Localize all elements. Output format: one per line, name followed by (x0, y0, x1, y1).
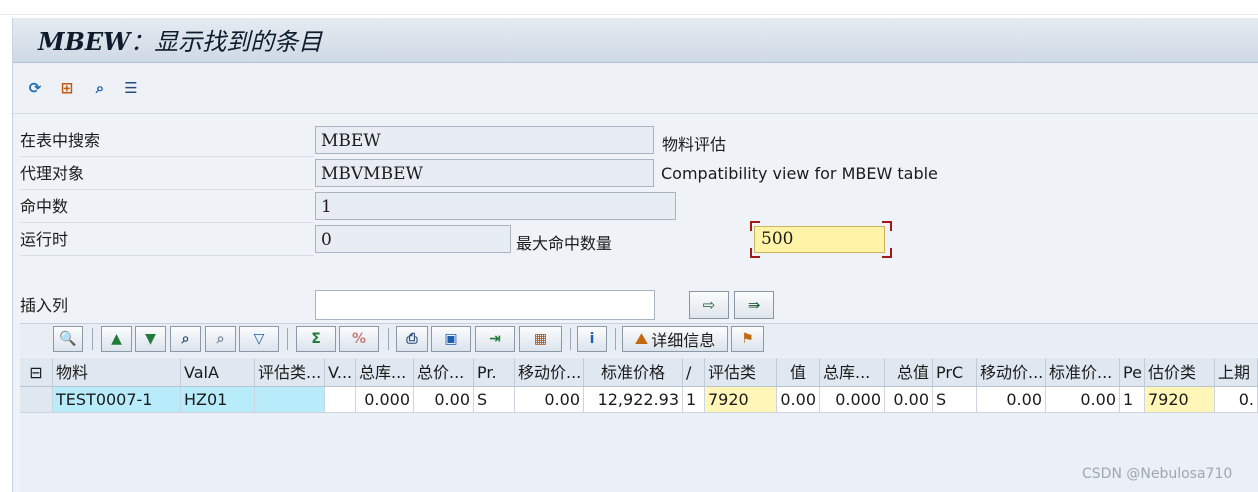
column-header[interactable]: / (683, 358, 705, 387)
hits-label: 命中数 (20, 191, 314, 223)
proxy-object-label: 代理对象 (20, 158, 314, 190)
table-cell[interactable]: 1 (1120, 387, 1145, 413)
table-cell[interactable]: 0.00 (777, 387, 820, 413)
sum-icon[interactable]: Σ (296, 326, 336, 352)
watermark: CSDN @Nebulosa710 (1082, 466, 1233, 482)
column-header[interactable]: Pr. (474, 358, 515, 387)
column-header[interactable]: Pe (1120, 358, 1145, 387)
column-header[interactable]: 评估类... (255, 358, 325, 387)
find-next-icon[interactable]: ⌕ (205, 326, 236, 352)
table-cell[interactable]: 0.00 (515, 387, 584, 413)
table-cell[interactable]: 1 (683, 387, 705, 413)
table-cell[interactable]: 0.00 (414, 387, 474, 413)
proxy-object-description: Compatibility view for MBEW table (661, 164, 938, 183)
table-cell[interactable]: 0.00 (885, 387, 933, 413)
toolbar-separator (287, 328, 288, 350)
detailed-info-label: 详细信息 (651, 331, 716, 350)
column-header[interactable]: 移动价... (515, 358, 584, 387)
table-search-field[interactable]: MBEW (315, 126, 654, 154)
runtime-field[interactable]: 0 (315, 225, 511, 253)
proxy-object-field[interactable]: MBVMBEW (315, 159, 654, 187)
column-header[interactable]: 上期 (1215, 358, 1258, 387)
column-header[interactable]: 总库... (356, 358, 414, 387)
ascending-sort-icon[interactable]: ▲ (101, 326, 132, 352)
row-selector[interactable] (20, 387, 53, 413)
details-icon[interactable]: 🔍 (53, 326, 83, 352)
refresh-icon[interactable]: ⟳ (24, 77, 46, 99)
table-cell[interactable]: S (933, 387, 977, 413)
column-header[interactable]: PrC (933, 358, 977, 387)
insert-column-icon: ⇨ (702, 296, 716, 314)
descending-sort-icon[interactable]: ▼ (135, 326, 166, 352)
table-cell[interactable]: 12,922.93 (584, 387, 683, 413)
detailed-info-icon: ⛰ (634, 329, 649, 348)
subtotal-icon[interactable]: % (339, 326, 379, 352)
max-hits-input[interactable]: 500 (754, 226, 885, 253)
toolbar-separator (615, 328, 616, 350)
table-cell[interactable]: TEST0007-1 (53, 387, 181, 413)
print-icon[interactable]: ⎙ (396, 326, 428, 352)
focus-corner (750, 248, 760, 258)
insert-column-button[interactable]: ⇨ (689, 291, 729, 319)
column-header[interactable]: 值 (777, 358, 820, 387)
table-cell[interactable]: 7920 (1145, 387, 1215, 413)
table-cell[interactable]: 7920 (705, 387, 777, 413)
column-header[interactable]: 标准价... (1046, 358, 1120, 387)
find-icon[interactable]: ⌕ (170, 326, 201, 352)
column-header[interactable]: 总库... (820, 358, 885, 387)
insert-all-columns-button[interactable]: ⇛ (734, 291, 774, 319)
layout-select-header[interactable]: ⊟ (20, 358, 53, 387)
insert-column-label: 插入列 (20, 296, 69, 315)
window-title: MBEW：显示找到的条目 (38, 27, 323, 56)
focus-corner (750, 221, 760, 231)
top-strip (0, 0, 1258, 15)
insert-column-field[interactable] (315, 290, 655, 320)
list-icon[interactable]: ☰ (120, 77, 142, 99)
table-cell[interactable]: 0.000 (820, 387, 885, 413)
information-icon[interactable]: i (577, 326, 607, 352)
focus-corner (882, 221, 892, 231)
column-header[interactable]: 总价... (414, 358, 474, 387)
column-header[interactable]: V... (325, 358, 356, 387)
views-icon[interactable]: ▣ (431, 326, 471, 352)
table-cell[interactable]: S (474, 387, 515, 413)
selection-options-icon[interactable]: ⊞ (56, 77, 78, 99)
table-cell[interactable]: 0.00 (1046, 387, 1120, 413)
toolbar-separator (92, 328, 93, 350)
toolbar-separator (388, 328, 389, 350)
hits-field[interactable]: 1 (315, 192, 676, 220)
table-search-label: 在表中搜索 (20, 125, 314, 157)
table-cell[interactable] (255, 387, 325, 413)
max-hits-label: 最大命中数量 (516, 234, 613, 253)
column-header[interactable]: 估价类 (1145, 358, 1215, 387)
application-toolbar (13, 63, 1258, 114)
table-cell[interactable]: 0.00 (977, 387, 1046, 413)
detailed-info-button[interactable]: ⛰ 详细信息 (622, 326, 728, 352)
runtime-label: 运行时 (20, 224, 314, 256)
column-header[interactable]: 物料 (53, 358, 181, 387)
table-cell[interactable]: 0.000 (356, 387, 414, 413)
layout-icon[interactable]: ▦ (519, 326, 562, 352)
column-header[interactable]: 标准价格 (584, 358, 683, 387)
column-header[interactable]: 总值 (885, 358, 933, 387)
table-description: 物料评估 (662, 135, 727, 154)
insert-all-columns-icon: ⇛ (747, 296, 761, 314)
table-settings-icon: ⊟ (29, 363, 43, 382)
table-cell[interactable]: HZ01 (181, 387, 255, 413)
filter-icon[interactable]: ▽ (239, 326, 279, 352)
table-cell[interactable]: 0. (1215, 387, 1258, 413)
table-cell[interactable] (325, 387, 356, 413)
column-header[interactable]: 评估类 (705, 358, 777, 387)
column-header[interactable]: 移动价... (977, 358, 1046, 387)
export-icon[interactable]: ⇥ (475, 326, 515, 352)
column-header[interactable]: ValA (181, 358, 255, 387)
transport-icon[interactable]: ⚑ (731, 326, 764, 352)
toolbar-separator (570, 328, 571, 350)
focus-corner (882, 248, 892, 258)
find-icon[interactable]: ⌕ (89, 77, 111, 99)
